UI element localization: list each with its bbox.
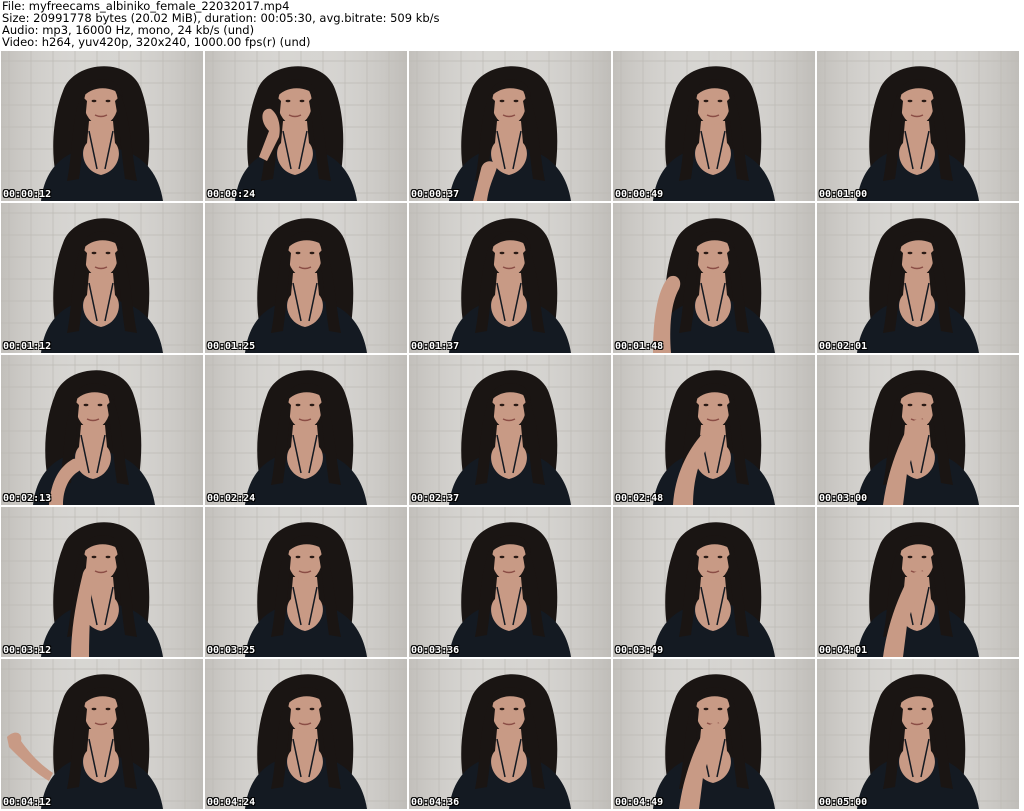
timestamp-label: 00:04:24 [207,797,256,808]
video-thumbnail: 00:04:49 [613,659,815,809]
timestamp-label: 00:04:12 [3,797,52,808]
thumbnail-frame [1,507,203,657]
thumbnail-frame [1,51,203,201]
thumbnail-frame [613,507,815,657]
thumbnail-frame [205,355,407,505]
thumbnail-frame [817,355,1019,505]
thumbnail-frame [613,203,815,353]
timestamp-label: 00:01:12 [3,341,52,352]
timestamp-label: 00:02:37 [411,493,460,504]
thumbnail-frame [817,203,1019,353]
video-thumbnail: 00:04:01 [817,507,1019,657]
timestamp-label: 00:03:12 [3,645,52,656]
thumbnail-frame [205,203,407,353]
thumbnail-frame [817,51,1019,201]
timestamp-label: 00:03:49 [615,645,664,656]
video-thumbnail: 00:03:12 [1,507,203,657]
video-thumbnail: 00:03:49 [613,507,815,657]
timestamp-label: 00:02:13 [3,493,52,504]
timestamp-label: 00:02:48 [615,493,664,504]
thumbnail-frame [409,355,611,505]
timestamp-label: 00:03:00 [819,493,868,504]
thumbnail-frame [409,203,611,353]
timestamp-label: 00:00:24 [207,189,256,200]
thumbnail-frame [1,355,203,505]
thumbnail-frame [817,507,1019,657]
thumbnail-frame [613,355,815,505]
thumbnail-frame [409,507,611,657]
video-thumbnail: 00:01:25 [205,203,407,353]
video-thumbnail: 00:00:24 [205,51,407,201]
video-thumbnail: 00:03:25 [205,507,407,657]
thumbnail-frame [817,659,1019,809]
video-thumbnail: 00:00:49 [613,51,815,201]
thumbnail-frame [205,507,407,657]
video-thumbnail: 00:00:37 [409,51,611,201]
video-thumbnail: 00:00:12 [1,51,203,201]
video-thumbnail: 00:02:48 [613,355,815,505]
video-thumbnail: 00:04:24 [205,659,407,809]
timestamp-label: 00:05:00 [819,797,868,808]
timestamp-label: 00:00:12 [3,189,52,200]
video-thumbnail: 00:04:12 [1,659,203,809]
thumbnail-frame [613,659,815,809]
timestamp-label: 00:02:01 [819,341,868,352]
thumbnail-grid: 00:00:12 00:00:24 00:00:37 00:00:49 00:01:00… [1,51,1023,809]
video-thumbnail: 00:02:37 [409,355,611,505]
video-thumbnail: 00:01:12 [1,203,203,353]
video-info-line: Video: h264, yuv420p, 320x240, 1000.00 f… [2,35,311,49]
thumbnail-frame [205,659,407,809]
timestamp-label: 00:02:24 [207,493,256,504]
timestamp-label: 00:03:25 [207,645,256,656]
video-thumbnail: 00:05:00 [817,659,1019,809]
thumbnail-frame [205,51,407,201]
thumbnail-frame [1,659,203,809]
file-info: File: myfreecams_albiniko_female_2203201… [2,0,440,48]
video-thumbnail: 00:01:37 [409,203,611,353]
video-thumbnail: 00:03:00 [817,355,1019,505]
timestamp-label: 00:01:25 [207,341,256,352]
video-thumbnail: 00:02:01 [817,203,1019,353]
video-thumbnail: 00:02:24 [205,355,407,505]
timestamp-label: 00:03:36 [411,645,460,656]
video-thumbnail: 00:01:00 [817,51,1019,201]
timestamp-label: 00:00:37 [411,189,460,200]
thumbnail-frame [1,203,203,353]
thumbnail-frame [613,51,815,201]
timestamp-label: 00:01:48 [615,341,664,352]
timestamp-label: 00:04:01 [819,645,868,656]
video-thumbnail: 00:04:36 [409,659,611,809]
video-thumbnail: 00:01:48 [613,203,815,353]
thumbnail-frame [409,659,611,809]
thumbnail-frame [409,51,611,201]
timestamp-label: 00:04:49 [615,797,664,808]
timestamp-label: 00:01:00 [819,189,868,200]
video-thumbnail: 00:03:36 [409,507,611,657]
video-thumbnail: 00:02:13 [1,355,203,505]
timestamp-label: 00:04:36 [411,797,460,808]
timestamp-label: 00:01:37 [411,341,460,352]
timestamp-label: 00:00:49 [615,189,664,200]
